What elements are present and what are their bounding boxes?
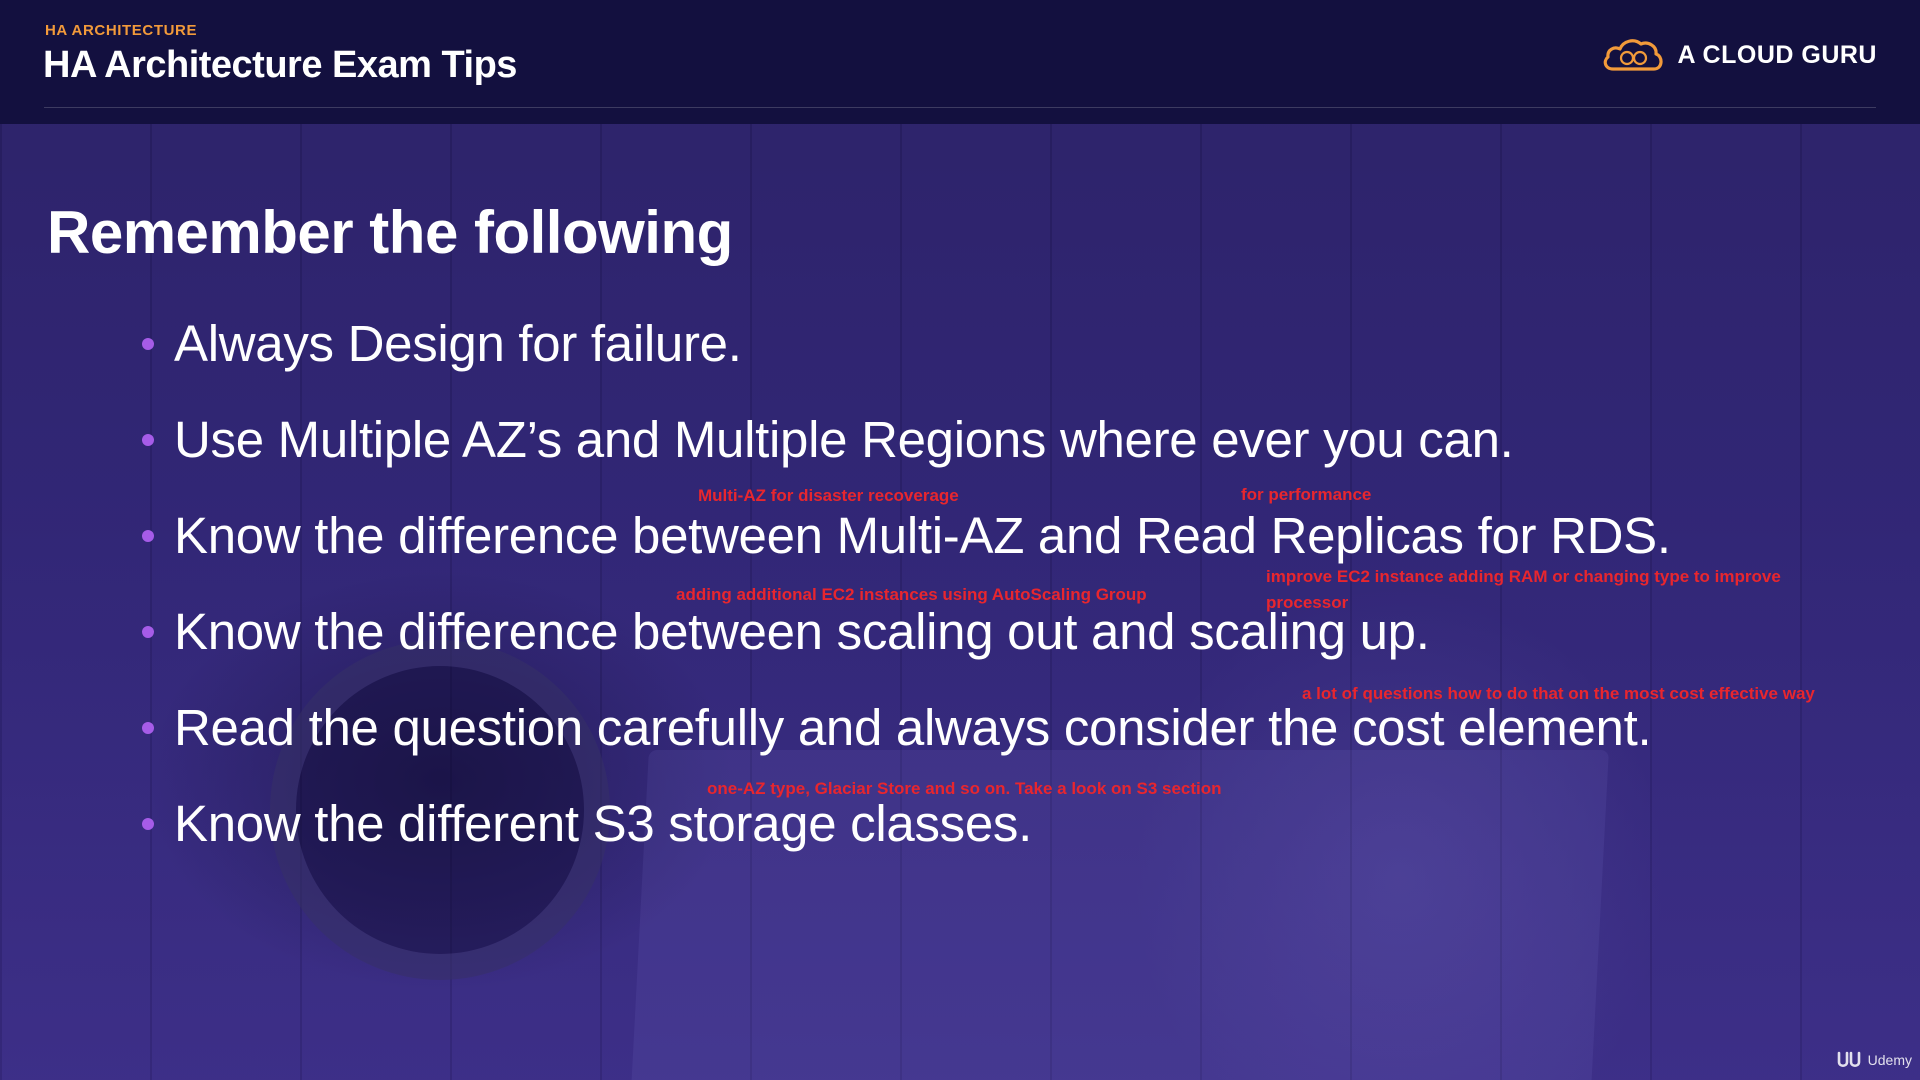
bullet-item: Know the difference between Multi-AZ and… — [142, 506, 1671, 565]
header-divider — [44, 107, 1876, 108]
bullet-item: Know the different S3 storage classes. — [142, 794, 1032, 853]
bullet-text: Always Design for failure. — [174, 315, 742, 372]
udemy-logo-icon — [1837, 1051, 1860, 1068]
slide: HA ARCHITECTURE HA Architecture Exam Tip… — [0, 0, 1920, 1080]
bullet-dot — [142, 625, 154, 638]
content-heading: Remember the following — [47, 199, 733, 266]
section-eyebrow: HA ARCHITECTURE — [45, 22, 198, 39]
udemy-label: Udemy — [1867, 1052, 1912, 1068]
bullet-text: Know the difference between scaling out … — [174, 603, 1430, 660]
bullet-text: Know the different S3 storage classes. — [174, 795, 1032, 852]
annotation-scaling-out: adding additional EC2 instances using Au… — [676, 585, 1147, 604]
annotation-scaling-up: improve EC2 instance adding RAM or chang… — [1266, 567, 1781, 612]
cloud-logo-icon — [1604, 39, 1664, 71]
brand: A CLOUD GURU — [1601, 36, 1877, 74]
annotation-s3: one-AZ type, Glaciar Store and so on. Ta… — [707, 779, 1222, 798]
bullet-dot — [142, 337, 154, 350]
bullet-item: Always Design for failure. — [142, 314, 742, 373]
bullet-item: Use Multiple AZ’s and Multiple Regions w… — [142, 410, 1514, 469]
bullet-dot — [142, 721, 154, 734]
bullet-dot — [142, 529, 154, 542]
annotation-multi-az: Multi-AZ for disaster recoverage — [698, 486, 959, 505]
udemy-watermark: Udemy — [1836, 1050, 1912, 1070]
bullet-item: Know the difference between scaling out … — [142, 602, 1430, 661]
bullet-text: Know the difference between Multi-AZ and… — [174, 507, 1671, 564]
annotation-cost: a lot of questions how to do that on the… — [1302, 684, 1815, 703]
bullet-dot — [142, 433, 154, 446]
brand-name: A CLOUD GURU — [1677, 40, 1877, 69]
bullet-text: Use Multiple AZ’s and Multiple Regions w… — [174, 411, 1514, 468]
annotation-read-replicas: for performance — [1241, 485, 1372, 504]
slide-header: HA ARCHITECTURE HA Architecture Exam Tip… — [0, 0, 1920, 124]
slide-title: HA Architecture Exam Tips — [43, 44, 517, 86]
bullet-dot — [142, 817, 154, 830]
